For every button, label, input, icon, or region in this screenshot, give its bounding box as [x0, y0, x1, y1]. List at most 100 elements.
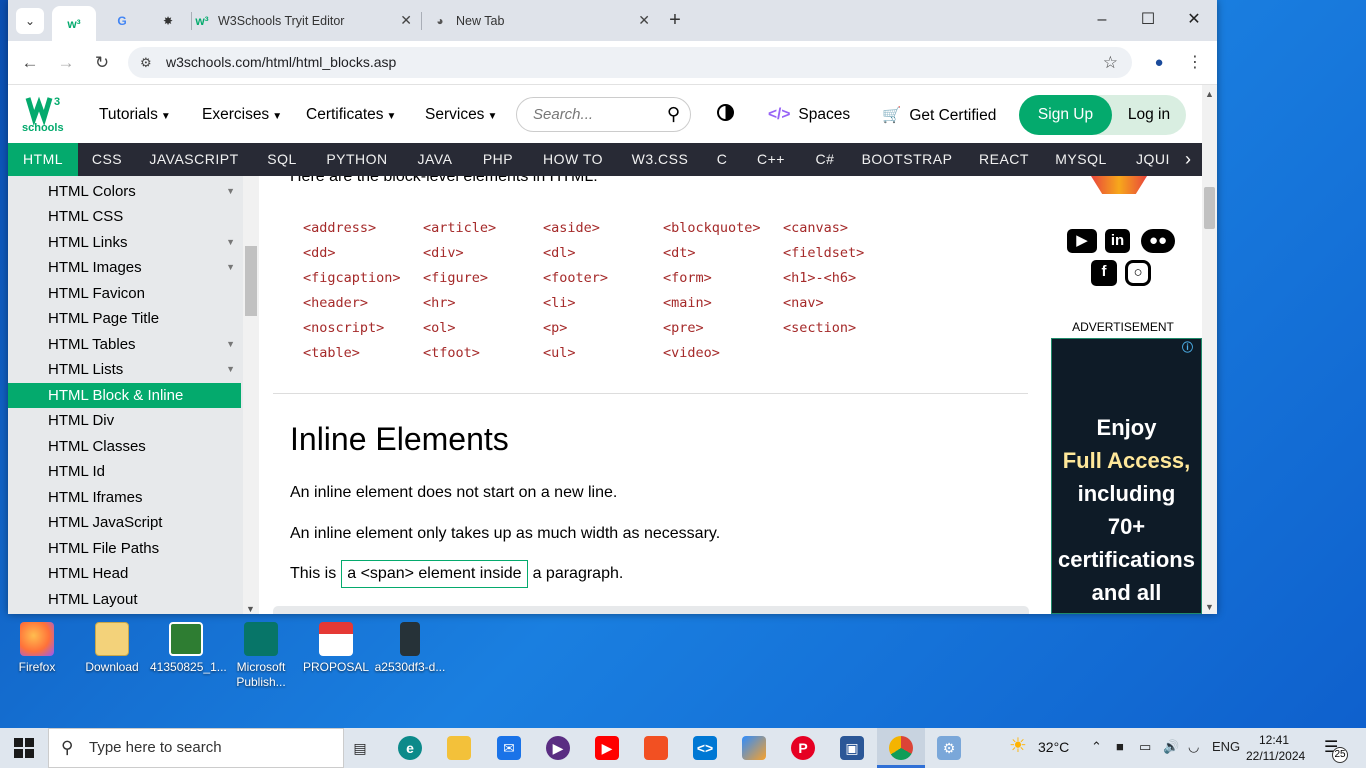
- minimize-button[interactable]: –: [1079, 7, 1125, 33]
- close-tab-icon[interactable]: ✕: [638, 12, 650, 29]
- desktop-icon-publisher[interactable]: Microsoft Publish...: [225, 622, 297, 690]
- new-tab-button[interactable]: +: [663, 0, 687, 41]
- lang-html[interactable]: HTML: [8, 143, 78, 176]
- maximize-button[interactable]: ☐: [1125, 7, 1171, 33]
- sidebar-item-file-paths[interactable]: HTML File Paths: [8, 536, 241, 561]
- sidebar-item-css[interactable]: HTML CSS: [8, 204, 241, 229]
- sidebar-item-tables[interactable]: HTML Tables ▼: [8, 332, 241, 357]
- lang-react[interactable]: REACT: [964, 143, 1044, 176]
- control-panel-icon[interactable]: ⚙: [937, 736, 961, 760]
- microsoft-store-icon[interactable]: [644, 736, 668, 760]
- lang-mysql[interactable]: MYSQL: [1044, 143, 1118, 176]
- advertisement-banner[interactable]: ⓘ Enjoy Full Access, including 70+ certi…: [1051, 338, 1202, 614]
- sidebar-scrollbar-thumb[interactable]: [245, 246, 257, 316]
- reload-button[interactable]: ↻: [88, 49, 116, 77]
- tab-chatgpt[interactable]: ✸: [146, 0, 190, 41]
- task-view-icon[interactable]: ▤: [348, 736, 372, 760]
- nav-certificates[interactable]: Certificates ▼: [306, 106, 396, 124]
- discord-icon[interactable]: ●●: [1141, 229, 1175, 253]
- sidebar-item-images[interactable]: HTML Images ▼: [8, 255, 241, 280]
- remote-desktop-icon[interactable]: ▣: [840, 736, 864, 760]
- mail-icon[interactable]: ✉: [497, 736, 521, 760]
- desktop-icon-phone-image[interactable]: a2530df3-d...: [374, 622, 446, 675]
- linkedin-icon[interactable]: in: [1105, 229, 1130, 253]
- scroll-up-arrow-icon[interactable]: ▲: [1205, 89, 1214, 99]
- nav-services[interactable]: Services ▼: [425, 106, 497, 124]
- lang-javascript[interactable]: JAVASCRIPT: [136, 143, 252, 176]
- lang-php[interactable]: PHP: [468, 143, 528, 176]
- page-scrollbar[interactable]: ▲ ▼: [1202, 85, 1217, 614]
- sidebar-item-id[interactable]: HTML Id: [8, 459, 241, 484]
- chrome-taskbar-button[interactable]: [877, 728, 925, 768]
- instagram-icon[interactable]: ○: [1125, 260, 1151, 286]
- tab-list-button[interactable]: ⌄: [16, 8, 44, 34]
- lang-cpp[interactable]: C++: [742, 143, 800, 176]
- youtube-icon[interactable]: ▶: [1067, 229, 1097, 253]
- tab-w3schools-pinned[interactable]: w³: [52, 6, 96, 41]
- lang-python[interactable]: PYTHON: [312, 143, 402, 176]
- battery-icon[interactable]: ▭: [1139, 739, 1151, 755]
- chevron-right-icon[interactable]: ›: [1174, 143, 1202, 176]
- sidebar-item-layout[interactable]: HTML Layout: [8, 587, 241, 612]
- weather-temperature[interactable]: 32°C: [1038, 739, 1069, 755]
- scroll-down-arrow-icon[interactable]: ▼: [246, 604, 255, 614]
- desktop-icon-image[interactable]: 41350825_1...: [150, 622, 227, 675]
- tab-google[interactable]: G: [100, 0, 144, 41]
- lang-java[interactable]: JAVA: [402, 143, 468, 176]
- language-indicator[interactable]: ENG: [1212, 739, 1240, 754]
- windows-start-icon[interactable]: [14, 738, 34, 758]
- bookmark-star-icon[interactable]: ☆: [1103, 47, 1118, 78]
- lang-css[interactable]: CSS: [78, 143, 136, 176]
- site-search-input[interactable]: Search... ⚲: [516, 97, 691, 132]
- file-explorer-icon[interactable]: [447, 736, 471, 760]
- tab-w3schools-tryit[interactable]: w³ W3Schools Tryit Editor ✕: [194, 0, 418, 41]
- site-settings-icon[interactable]: ⚙: [140, 47, 152, 78]
- nav-spaces[interactable]: </> Spaces: [768, 106, 850, 124]
- lang-w3css[interactable]: W3.CSS: [618, 143, 702, 176]
- clock[interactable]: 12:41 22/11/2024: [1246, 732, 1305, 764]
- sidebar-item-javascript[interactable]: HTML JavaScript: [8, 510, 241, 535]
- volume-icon[interactable]: 🔊: [1163, 739, 1179, 755]
- taskbar-search-input[interactable]: ⚲ Type here to search: [48, 728, 344, 768]
- ad-info-icon[interactable]: ⓘ: [1182, 341, 1193, 355]
- desktop-icon-proposal[interactable]: PROPOSAL: [300, 622, 372, 675]
- w3schools-logo[interactable]: 3 schools: [22, 94, 68, 134]
- sidebar-item-colors[interactable]: HTML Colors ▼: [8, 179, 241, 204]
- sign-up-button[interactable]: Sign Up: [1019, 95, 1112, 135]
- edge-icon[interactable]: e: [398, 736, 422, 760]
- sidebar-scrollbar[interactable]: ▼: [243, 176, 259, 614]
- facebook-icon[interactable]: f: [1091, 260, 1117, 286]
- page-scrollbar-thumb[interactable]: [1204, 187, 1215, 229]
- sidebar-item-iframes[interactable]: HTML Iframes: [8, 485, 241, 510]
- sidebar-item-block-inline[interactable]: HTML Block & Inline: [8, 383, 241, 408]
- lang-sql[interactable]: SQL: [252, 143, 312, 176]
- lang-csharp[interactable]: C#: [800, 143, 850, 176]
- forward-button[interactable]: →: [52, 49, 80, 77]
- media-player-icon[interactable]: ▶: [546, 736, 570, 760]
- wifi-icon[interactable]: ◡: [1188, 739, 1199, 755]
- back-button[interactable]: ←: [16, 49, 44, 77]
- sidebar-item-lists[interactable]: HTML Lists ▼: [8, 357, 241, 382]
- sidebar-item-classes[interactable]: HTML Classes: [8, 434, 241, 459]
- desktop-icon-download[interactable]: Download: [76, 622, 148, 675]
- meet-now-icon[interactable]: ■: [1116, 739, 1124, 754]
- copilot-icon[interactable]: [742, 736, 766, 760]
- search-icon[interactable]: ⚲: [667, 98, 680, 131]
- sidebar-item-head[interactable]: HTML Head: [8, 561, 241, 586]
- nav-tutorials[interactable]: Tutorials ▼: [99, 106, 171, 124]
- tab-new-tab[interactable]: ◕ New Tab ✕: [432, 0, 656, 41]
- youtube-icon[interactable]: ▶: [595, 736, 619, 760]
- address-bar[interactable]: ⚙ w3schools.com/html/html_blocks.asp ☆: [128, 47, 1132, 78]
- vscode-icon[interactable]: <>: [693, 736, 717, 760]
- profile-button[interactable]: ●: [1145, 49, 1173, 77]
- log-in-button[interactable]: Log in: [1112, 95, 1186, 135]
- lang-how-to[interactable]: HOW TO: [528, 143, 618, 176]
- pinterest-icon[interactable]: P: [791, 736, 815, 760]
- contrast-toggle-icon[interactable]: [717, 104, 734, 121]
- sidebar-item-div[interactable]: HTML Div: [8, 408, 241, 433]
- close-tab-icon[interactable]: ✕: [400, 12, 412, 29]
- desktop-icon-firefox[interactable]: Firefox: [1, 622, 73, 675]
- nav-exercises[interactable]: Exercises ▼: [202, 106, 282, 124]
- close-window-button[interactable]: ✕: [1171, 7, 1217, 33]
- lang-bootstrap[interactable]: BOOTSTRAP: [850, 143, 964, 176]
